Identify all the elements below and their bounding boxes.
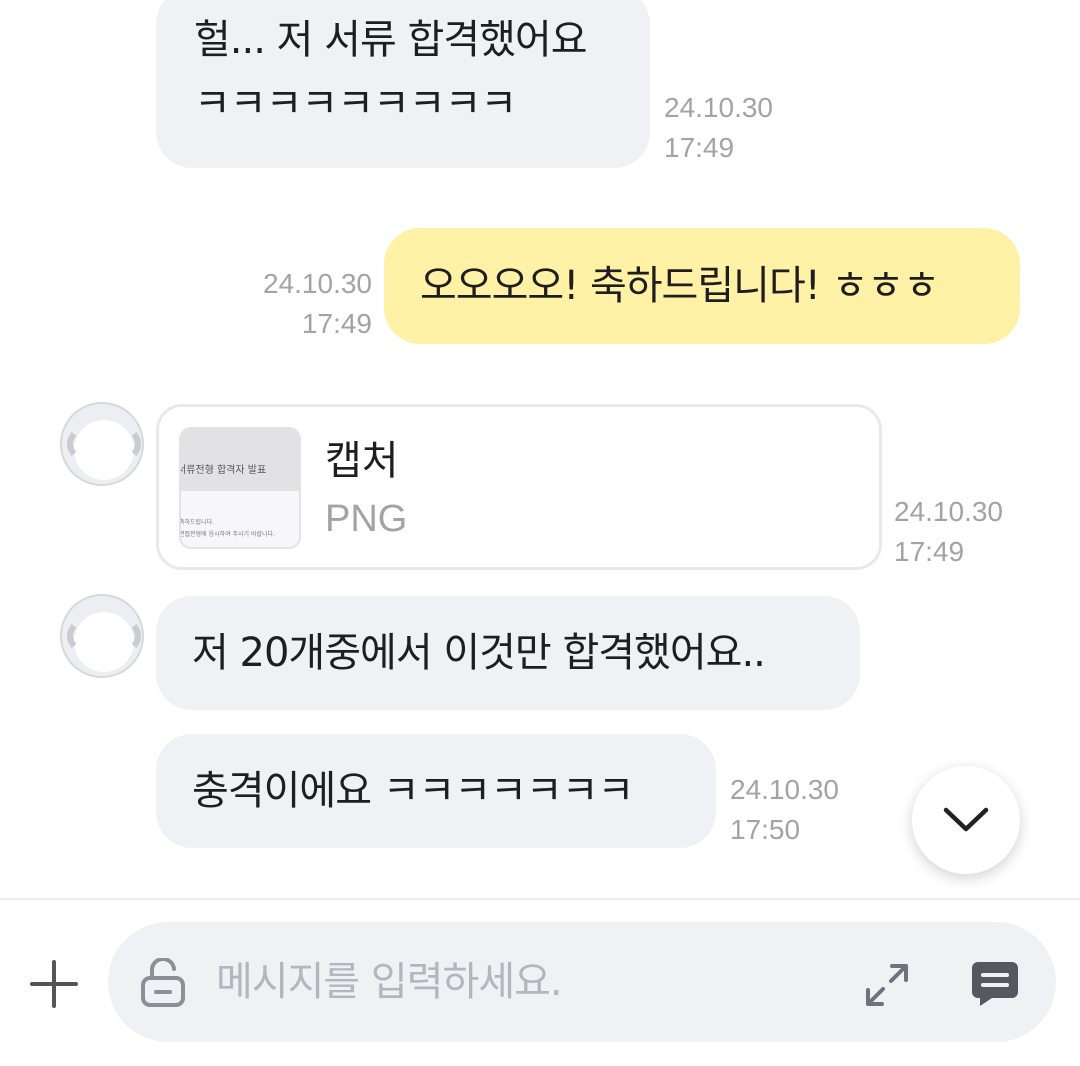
expand-icon	[866, 964, 908, 1006]
message-time: 17:49	[894, 536, 965, 567]
message-input[interactable]	[216, 946, 816, 1018]
chat-message-list[interactable]: 헐... 저 서류 합격했어요 ㅋㅋㅋㅋㅋㅋㅋㅋㅋ 24.10.30 17:49…	[0, 0, 1080, 898]
default-profile-icon	[64, 598, 142, 676]
message-text: ㅋㅋㅋㅋㅋㅋㅋㅋㅋ	[194, 81, 517, 127]
file-name: 캡처	[325, 438, 399, 484]
thumbnail-text: 면접전형에 응시하여 주시기 바랍니다.	[179, 531, 275, 538]
avatar[interactable]	[60, 594, 144, 678]
message-timestamp: 24.10.30 17:49	[664, 88, 773, 168]
message-input-box	[108, 922, 1056, 1042]
my-message-bubble[interactable]: 오오오오! 축하드립니다! ㅎㅎㅎ	[384, 228, 1020, 344]
thumbnail-text: 축하드립니다.	[179, 519, 215, 526]
message-date: 24.10.30	[730, 774, 839, 805]
thumbnail-title: 서류전형 합격자 발표	[179, 465, 267, 476]
message-date: 24.10.30	[263, 268, 372, 299]
message-text: 충격이에요 ㅋㅋㅋㅋㅋㅋㅋ	[192, 768, 634, 814]
message-text: 오오오오! 축하드립니다! ㅎㅎㅎ	[420, 263, 940, 309]
message-time: 17:50	[730, 814, 801, 845]
message-bubble[interactable]: 충격이에요 ㅋㅋㅋㅋㅋㅋㅋ	[156, 734, 716, 848]
expand-input-button[interactable]	[862, 960, 912, 1010]
message-timestamp: 24.10.30 17:49	[240, 264, 372, 344]
plus-icon	[30, 960, 78, 1008]
message-date: 24.10.30	[894, 496, 1003, 527]
message-timestamp: 24.10.30 17:49	[894, 492, 1003, 572]
message-timestamp: 24.10.30 17:50	[730, 770, 839, 850]
avatar[interactable]	[60, 402, 144, 486]
attach-button[interactable]	[28, 958, 80, 1010]
message-date: 24.10.30	[664, 92, 773, 123]
unlock-icon	[141, 956, 185, 1007]
message-text: 헐... 저 서류 합격했어요	[194, 17, 588, 63]
file-attachment-card[interactable]: 서류전형 합격자 발표 축하드립니다. 면접전형에 응시하여 주시기 바랍니다.…	[156, 404, 882, 570]
chevron-down-icon	[943, 807, 989, 832]
message-icon	[972, 962, 1018, 1006]
secret-mode-button[interactable]	[138, 956, 188, 1008]
emoticon-button[interactable]	[970, 958, 1020, 1008]
message-bubble[interactable]: 저 20개중에서 이것만 합격했어요..	[156, 596, 860, 710]
default-profile-icon	[64, 406, 142, 484]
file-type: PNG	[325, 498, 408, 540]
message-time: 17:49	[664, 132, 735, 163]
message-composer	[0, 898, 1080, 1066]
message-time: 17:49	[301, 308, 372, 339]
file-thumbnail: 서류전형 합격자 발표 축하드립니다. 면접전형에 응시하여 주시기 바랍니다.	[179, 427, 301, 549]
scroll-to-bottom-button[interactable]	[912, 766, 1020, 874]
message-text: 저 20개중에서 이것만 합격했어요..	[192, 630, 766, 676]
message-bubble[interactable]: 헐... 저 서류 합격했어요 ㅋㅋㅋㅋㅋㅋㅋㅋㅋ	[156, 0, 650, 168]
